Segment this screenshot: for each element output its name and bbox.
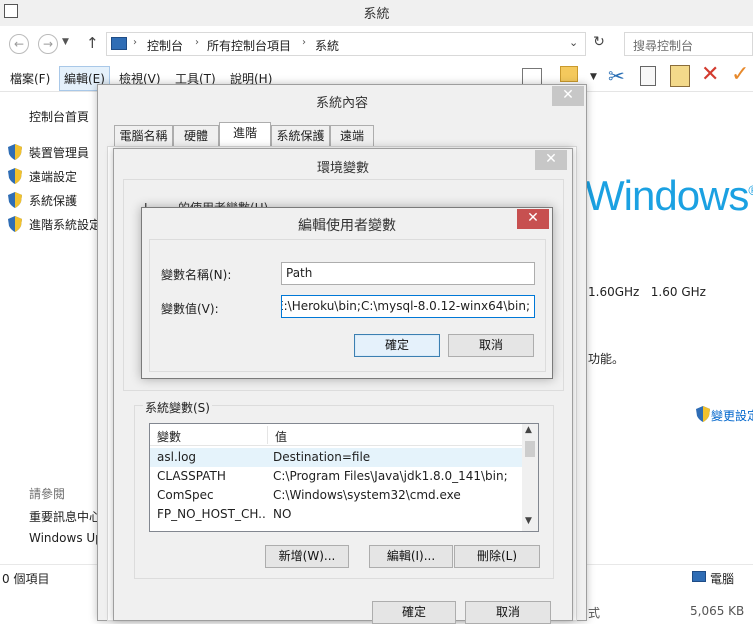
folder-icon[interactable] [560,66,578,82]
cut-icon[interactable]: ✂ [608,64,625,88]
row-value: C:\Program Files\Java\jdk1.8.0_141\bin; [273,469,508,483]
system-properties-title: 系統內容 [315,96,368,111]
search-box[interactable]: 搜尋控制台 [624,32,753,56]
row-variable: CLASSPATH [157,469,226,483]
scroll-up-icon[interactable]: ▲ [525,425,532,435]
close-button[interactable]: ✕ [535,150,567,170]
status-size: 5,065 KB [690,604,745,618]
status-size-label: 式 [588,606,601,620]
breadcrumb-all-items[interactable]: 所有控制台項目 [207,37,291,54]
vertical-scrollbar[interactable]: ▲ ▼ [522,424,538,531]
registered-mark: ® [748,182,753,198]
explorer-title: 系統 [363,7,390,22]
explorer-titlebar: 系統 [0,0,753,26]
column-divider [267,426,268,444]
edit-button[interactable]: 編輯(I)... [369,545,453,568]
control-panel-icon [111,37,127,50]
sidebar-item-remote[interactable]: 遠端設定 [29,168,77,185]
breadcrumb-chevron-icon: › [195,37,199,48]
variable-value-label: 變數值(V): [161,302,219,316]
refresh-icon[interactable]: ↻ [590,34,608,52]
close-button[interactable]: ✕ [552,86,584,106]
edit-user-variable-title: 編輯使用者變數 [298,218,396,234]
see-also-heading: 請參閱 [29,487,66,501]
row-variable: FP_NO_HOST_CH... [157,507,267,521]
breadcrumb-control-panel[interactable]: 控制台 [147,37,183,54]
row-value: C:\Windows\system32\cmd.exe [273,488,461,502]
system-variables-label: 系統變數(S) [143,399,212,416]
shield-icon [8,168,22,184]
windows-logo: Windows® [585,172,753,220]
cpu-speed: 1.60GHz 1.60 GHz [588,285,706,299]
breadcrumb-chevron-icon: › [133,37,137,48]
copy-icon[interactable] [640,66,656,86]
tab-hardware[interactable]: 硬體 [173,125,219,146]
sidebar-item-device-manager[interactable]: 裝置管理員 [29,144,89,161]
row-variable: ComSpec [157,488,214,502]
table-row[interactable]: FP_NO_HOST_CH... NO [150,505,522,524]
list-header: 變數 值 [150,424,522,446]
sidebar-item-protection[interactable]: 系統保護 [29,192,77,209]
address-bar[interactable]: › 控制台 › 所有控制台項目 › 系統 ⌄ [106,32,586,56]
row-variable: asl.log [157,450,197,464]
see-also-windows-update[interactable]: Windows Up [29,531,97,545]
delete-button[interactable]: 刪除(L) [454,545,540,568]
scroll-thumb[interactable] [525,441,535,457]
windows-logo-text: Windows [585,172,749,219]
sidebar-item-advanced[interactable]: 進階系統設定 [29,216,97,233]
cancel-button[interactable]: 取消 [448,334,534,357]
item-count: 0 個項目 [2,572,50,586]
breadcrumb-system[interactable]: 系統 [315,37,339,54]
recent-dropdown-icon[interactable]: ▼ [62,37,69,47]
nav-bar: ← → ▼ ↑ › 控制台 › 所有控制台項目 › 系統 ⌄ ↻ 搜尋控制台 [0,28,753,60]
change-settings-link[interactable]: 變更設定 [711,407,753,424]
delete-icon[interactable]: ✕ [701,62,719,87]
environment-variables-title: 環境變數 [316,161,369,176]
dropdown-icon[interactable]: ▼ [590,72,597,82]
feature-text: 功能。 [588,352,625,366]
variable-name-value: Path [286,266,313,280]
tab-system-protection[interactable]: 系統保護 [271,125,330,146]
scroll-down-icon[interactable]: ▼ [525,516,532,526]
computer-icon [692,571,706,582]
ok-button[interactable]: 確定 [354,334,440,357]
table-row[interactable]: ComSpec C:\Windows\system32\cmd.exe [150,486,522,505]
variable-value-text: ;E:\Heroku\bin;C:\mysql-8.0.12-winx64\bi… [281,299,530,313]
address-dropdown-icon[interactable]: ⌄ [569,36,578,49]
shield-icon [8,216,22,232]
column-header-variable[interactable]: 變數 [157,428,181,445]
variable-value-field[interactable]: ;E:\Heroku\bin;C:\mysql-8.0.12-winx64\bi… [281,295,535,318]
edit-user-variable-dialog: 編輯使用者變數 ✕ 變數名稱(N): Path 變數值(V): ;E:\Hero… [141,207,553,379]
see-also-action-center[interactable]: 重要訊息中心 [29,508,97,525]
back-button[interactable]: ← [9,34,29,54]
tab-remote[interactable]: 遠端 [330,125,374,146]
shield-icon [8,192,22,208]
table-row[interactable]: asl.log Destination=file [150,448,522,467]
check-icon[interactable]: ✓ [731,62,749,87]
up-button[interactable]: ↑ [86,34,99,52]
menu-file[interactable]: 檔案(F) [10,70,50,87]
close-button[interactable]: ✕ [517,209,549,229]
breadcrumb-chevron-icon: › [302,37,306,48]
search-input[interactable]: 搜尋控制台 [633,37,693,54]
row-value: NO [273,507,292,521]
sidebar-home[interactable]: 控制台首頁 [29,108,89,125]
variable-name-label: 變數名稱(N): [161,268,232,282]
row-value: Destination=file [273,450,371,464]
variable-name-field[interactable]: Path [281,262,535,285]
column-header-value[interactable]: 值 [275,428,287,445]
new-button[interactable]: 新增(W)... [265,545,349,568]
shield-icon [8,144,22,160]
system-variables-list[interactable]: 變數 值 asl.log Destination=file CLASSPATH … [149,423,539,532]
tab-computer-name[interactable]: 電腦名稱 [114,125,173,146]
status-computer: 電腦 [710,572,735,586]
paste-icon[interactable] [670,65,690,87]
table-row[interactable]: CLASSPATH C:\Program Files\Java\jdk1.8.0… [150,467,522,486]
shield-icon [696,406,710,422]
tab-advanced[interactable]: 進階 [219,122,271,147]
forward-button[interactable]: → [38,34,58,54]
